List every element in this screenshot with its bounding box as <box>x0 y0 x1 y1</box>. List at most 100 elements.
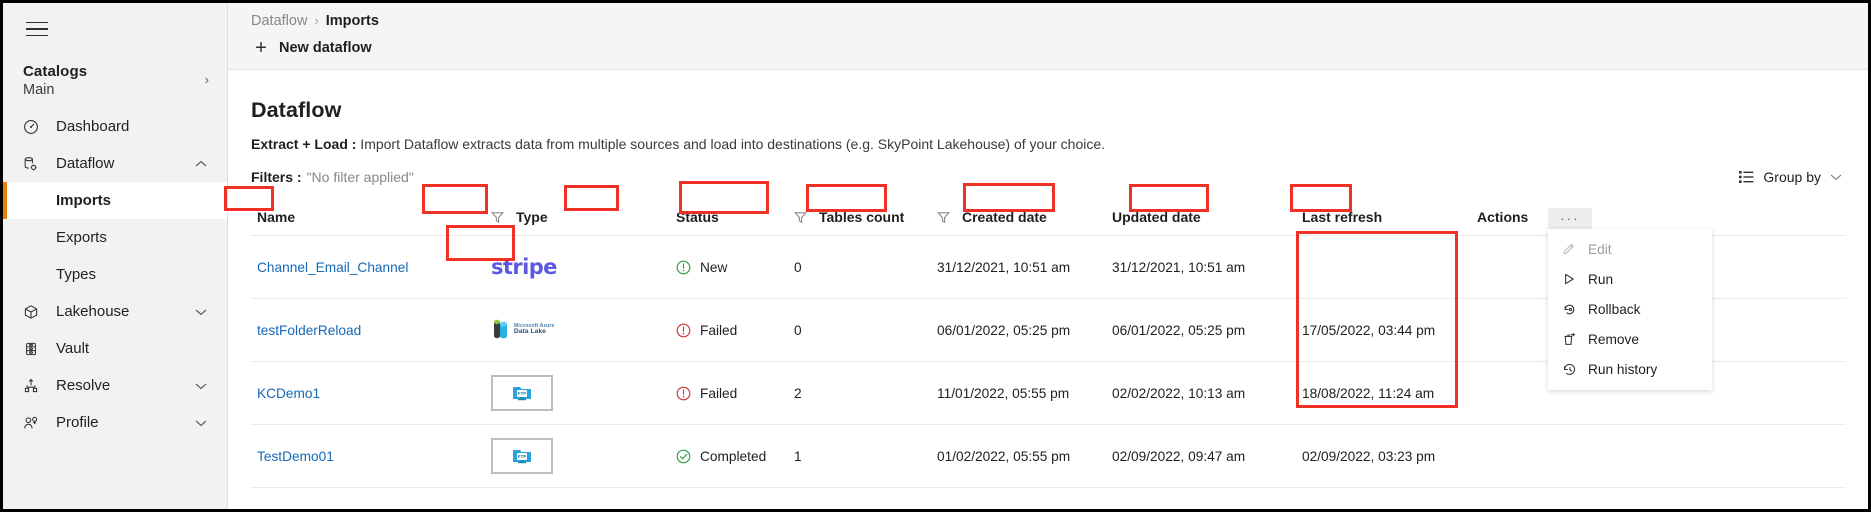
cell-updated-date: 31/12/2021, 10:51 am <box>1112 259 1246 275</box>
sidebar-item-resolve[interactable]: Resolve <box>3 367 227 404</box>
cell-created-date: 06/01/2022, 05:25 pm <box>937 322 1071 338</box>
column-header-label: Actions <box>1477 209 1529 225</box>
cell-tables-count: 2 <box>794 385 802 401</box>
page-description-text: Import Dataflow extracts data from multi… <box>356 136 1106 152</box>
cell-last-refresh: 17/05/2022, 03:44 pm <box>1302 322 1436 338</box>
column-header-last-refresh[interactable]: Last refresh <box>1302 209 1477 225</box>
chevron-up-icon <box>195 160 207 168</box>
new-dataflow-button[interactable]: + New dataflow <box>251 36 374 60</box>
status-failed-icon <box>676 386 691 401</box>
dataflow-name-link[interactable]: testFolderReload <box>257 323 361 338</box>
cell-created-date: 11/01/2022, 05:55 pm <box>937 385 1070 401</box>
group-by-label: Group by <box>1763 169 1821 185</box>
chevron-down-icon <box>195 419 207 427</box>
actions-menu-panel: Edit Run Rollback Remove Run history <box>1548 229 1712 390</box>
menu-item-label: Rollback <box>1588 301 1641 317</box>
menu-item-label: Remove <box>1588 331 1639 347</box>
menu-item-rollback[interactable]: Rollback <box>1548 294 1712 324</box>
column-header-tables-count[interactable]: Tables count <box>794 209 937 225</box>
actions-ellipsis-button[interactable]: ··· <box>1548 208 1592 229</box>
trash-icon <box>1561 332 1577 347</box>
cell-type: FTP <box>491 438 676 474</box>
sidebar-item-imports[interactable]: Imports <box>3 182 227 219</box>
cell-status: Failed <box>676 386 794 401</box>
azure-label-line2: Data Lake <box>514 328 547 336</box>
cell-last-refresh: 18/08/2022, 11:24 am <box>1302 385 1435 401</box>
column-header-updated-date[interactable]: Updated date <box>1112 209 1302 225</box>
pencil-icon <box>1561 242 1577 256</box>
cell-type: Microsoft Azure Data Lake <box>491 318 676 342</box>
column-header-label: Last refresh <box>1302 209 1383 225</box>
cell-created-date: 31/12/2021, 10:51 am <box>937 259 1071 275</box>
lakehouse-icon <box>23 303 45 321</box>
sidebar-item-lakehouse[interactable]: Lakehouse <box>3 293 227 330</box>
svg-text:FTP: FTP <box>518 454 527 459</box>
dataflow-name-link[interactable]: TestDemo01 <box>257 449 334 464</box>
sidebar: Catalogs Main › Dashboard Dataflow Impor… <box>3 3 228 509</box>
column-header-label: Created date <box>962 209 1047 225</box>
group-by-button[interactable]: Group by <box>1739 169 1846 185</box>
catalogs-title: Catalogs <box>23 63 88 80</box>
cell-name: TestDemo01 <box>251 449 491 464</box>
chevron-down-icon <box>1830 173 1842 181</box>
cell-status: New <box>676 260 794 275</box>
breadcrumb-item-dataflow[interactable]: Dataflow <box>251 13 307 29</box>
cell-name: testFolderReload <box>251 323 491 338</box>
cell-updated-date: 02/09/2022, 09:47 am <box>1112 448 1246 464</box>
sidebar-item-dataflow[interactable]: Dataflow <box>3 145 227 182</box>
column-header-label: Tables count <box>819 209 905 225</box>
table-row[interactable]: TestDemo01 FTP Completed 1 01/02/2022, 0… <box>251 425 1846 488</box>
catalogs-selector[interactable]: Catalogs Main › <box>3 55 227 108</box>
hamburger-menu-icon[interactable] <box>11 3 63 55</box>
status-completed-icon <box>676 449 691 464</box>
status-label: Failed <box>700 322 738 338</box>
breadcrumb: Dataflow › Imports <box>251 3 1868 34</box>
ftp-folder-icon: FTP <box>491 375 553 411</box>
menu-item-label: Run <box>1588 271 1614 287</box>
sidebar-item-exports[interactable]: Exports <box>3 219 227 256</box>
chevron-down-icon <box>195 308 207 316</box>
column-header-status[interactable]: Status <box>676 209 794 225</box>
cell-tables-count: 0 <box>794 259 802 275</box>
menu-item-label: Edit <box>1588 241 1612 257</box>
status-new-icon <box>676 260 691 275</box>
sidebar-item-label: Dashboard <box>56 118 130 135</box>
breadcrumb-separator-icon: › <box>314 13 319 28</box>
menu-item-run[interactable]: Run <box>1548 264 1712 294</box>
column-header-name[interactable]: Name <box>251 209 491 225</box>
sidebar-item-label: Dataflow <box>56 155 115 172</box>
stripe-logo: stripe <box>491 254 557 279</box>
sidebar-subitem-label: Exports <box>56 229 107 246</box>
column-header-created-date[interactable]: Created date <box>937 209 1112 225</box>
dataflow-name-link[interactable]: KCDemo1 <box>257 386 320 401</box>
group-by-icon <box>1739 170 1754 184</box>
sidebar-subitem-label: Imports <box>56 192 112 209</box>
cell-updated-date: 06/01/2022, 05:25 pm <box>1112 322 1246 338</box>
menu-item-run-history[interactable]: Run history <box>1548 354 1712 384</box>
sidebar-item-label: Profile <box>56 414 99 431</box>
column-header-label: Updated date <box>1112 209 1201 225</box>
menu-item-edit[interactable]: Edit <box>1548 234 1712 264</box>
column-header-type[interactable]: Type <box>491 209 676 225</box>
svg-text:FTP: FTP <box>518 391 527 396</box>
dataflow-name-link[interactable]: Channel_Email_Channel <box>257 260 408 275</box>
new-dataflow-label: New dataflow <box>279 40 372 56</box>
dataflow-table: Name Type Status Tables count Created da… <box>251 199 1846 488</box>
vault-icon <box>23 340 45 358</box>
filter-icon[interactable] <box>794 211 807 224</box>
sidebar-item-profile[interactable]: Profile <box>3 404 227 441</box>
cell-type: stripe <box>491 254 676 279</box>
chevron-down-icon <box>195 382 207 390</box>
topbar: Dataflow › Imports + New dataflow <box>228 3 1868 70</box>
sidebar-item-dashboard[interactable]: Dashboard <box>3 108 227 145</box>
profile-icon <box>23 414 45 432</box>
sidebar-item-types[interactable]: Types <box>3 256 227 293</box>
sidebar-item-label: Lakehouse <box>56 303 130 320</box>
filter-icon[interactable] <box>491 211 504 224</box>
filter-icon[interactable] <box>937 211 950 224</box>
sidebar-item-vault[interactable]: Vault <box>3 330 227 367</box>
menu-item-remove[interactable]: Remove <box>1548 324 1712 354</box>
sidebar-item-label: Resolve <box>56 377 111 394</box>
breadcrumb-item-imports[interactable]: Imports <box>326 13 379 29</box>
column-header-label: Status <box>676 209 719 225</box>
